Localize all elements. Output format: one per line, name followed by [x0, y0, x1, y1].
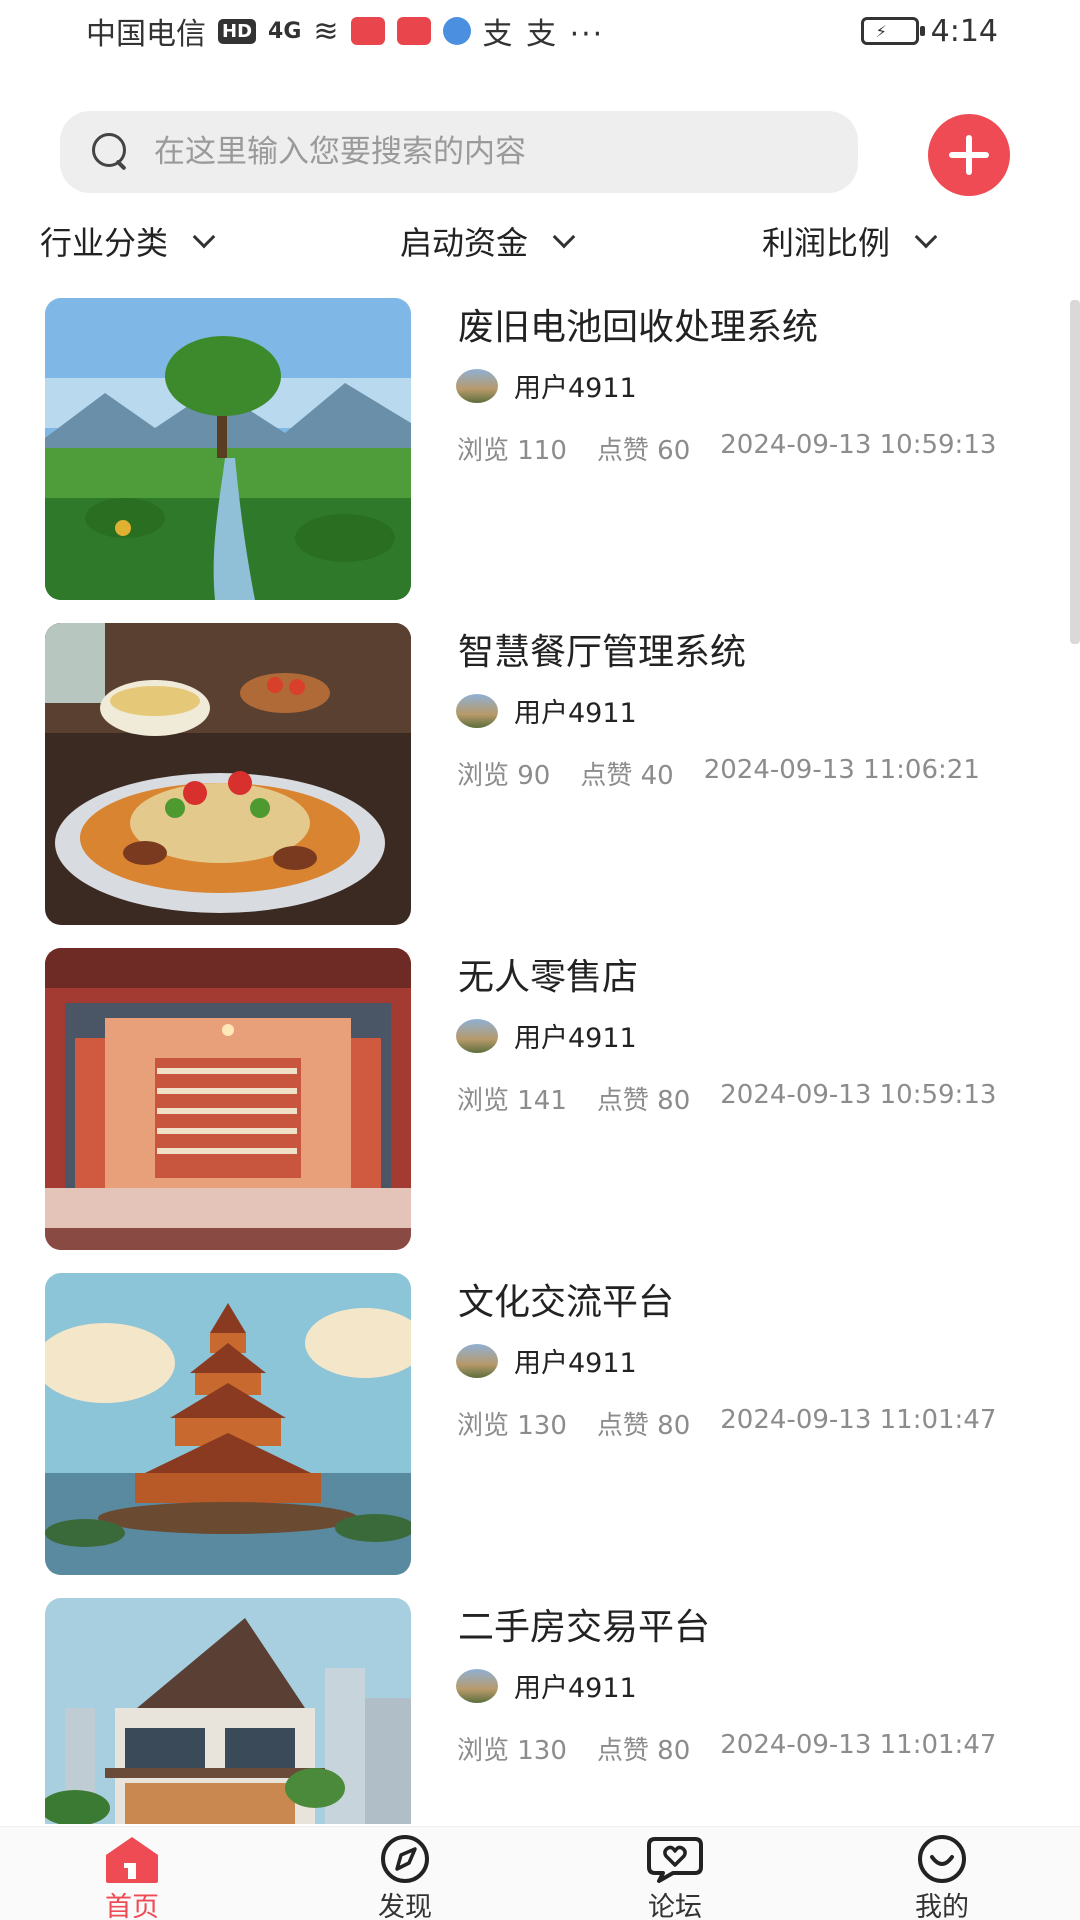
filter-profit-ratio[interactable]: 利润比例: [762, 218, 938, 264]
filter-label: 启动资金: [400, 224, 529, 262]
author[interactable]: 用户4911: [456, 691, 637, 730]
author[interactable]: 用户4911: [456, 366, 637, 405]
signal-icon: 4G: [268, 18, 302, 44]
item-title: 二手房交易平台: [458, 1607, 711, 1648]
smile-icon: [918, 1835, 966, 1883]
nav-label: 论坛: [648, 1892, 702, 1920]
timestamp: 2024-09-13 10:59:13: [720, 1080, 997, 1110]
item-stats: 浏览 130 点赞 80 2024-09-13 11:01:47: [457, 1730, 996, 1767]
like-count: 点赞 60: [596, 436, 691, 466]
author-name: 用户4911: [514, 1023, 637, 1054]
plus-icon: [949, 135, 989, 175]
avatar: [456, 1018, 498, 1053]
view-count: 浏览 130: [457, 1736, 567, 1766]
avatar: [456, 693, 498, 728]
list-item[interactable]: 废旧电池回收处理系统 用户4911 浏览 110 点赞 60 2024-09-1…: [0, 298, 1080, 600]
timestamp: 2024-09-13 11:01:47: [720, 1405, 997, 1435]
timestamp: 2024-09-13 10:59:13: [720, 430, 997, 460]
nav-label: 发现: [378, 1892, 432, 1920]
list-item[interactable]: 文化交流平台 用户4911 浏览 130 点赞 80 2024-09-13 11…: [0, 1273, 1080, 1575]
nav-mine[interactable]: 我的: [882, 1833, 1002, 1920]
nav-label: 首页: [105, 1892, 159, 1920]
compass-icon: [381, 1835, 429, 1883]
avatar: [456, 368, 498, 403]
chevron-down-icon: [914, 225, 938, 249]
item-thumbnail: [45, 1273, 411, 1575]
clock: 4:14: [930, 13, 998, 49]
app-screen: 中国电信 HD 4G ≋ 支 支 ··· ⚡ 4:14 行业分类 启动资金: [0, 0, 1080, 1920]
avatar: [456, 1343, 498, 1378]
nav-discover[interactable]: 发现: [345, 1833, 465, 1920]
list-item[interactable]: 二手房交易平台 用户4911 浏览 130 点赞 80 2024-09-13 1…: [0, 1598, 1080, 1824]
bottom-nav: 首页 发现 论坛 我的: [0, 1826, 1080, 1920]
item-thumbnail: [45, 1598, 411, 1824]
filter-industry[interactable]: 行业分类: [40, 218, 216, 264]
author-name: 用户4911: [514, 373, 637, 404]
wifi-icon: ≋: [313, 13, 339, 49]
item-title: 智慧餐厅管理系统: [458, 632, 747, 673]
list-item[interactable]: 无人零售店 用户4911 浏览 141 点赞 80 2024-09-13 10:…: [0, 948, 1080, 1250]
list-item[interactable]: 智慧餐厅管理系统 用户4911 浏览 90 点赞 40 2024-09-13 1…: [0, 623, 1080, 925]
author[interactable]: 用户4911: [456, 1666, 637, 1705]
view-count: 浏览 130: [457, 1411, 567, 1441]
like-count: 点赞 40: [580, 761, 674, 791]
nav-home[interactable]: 首页: [72, 1833, 192, 1920]
author[interactable]: 用户4911: [456, 1016, 637, 1055]
avatar: [456, 1668, 498, 1703]
like-count: 点赞 80: [596, 1411, 691, 1441]
item-thumbnail: [45, 298, 411, 600]
item-title: 废旧电池回收处理系统: [458, 307, 819, 348]
view-count: 浏览 141: [457, 1086, 567, 1116]
item-thumbnail: [45, 623, 411, 925]
filter-startup-funds[interactable]: 启动资金: [400, 218, 576, 264]
chevron-down-icon: [192, 225, 216, 249]
chevron-down-icon: [552, 225, 576, 249]
search-icon: [92, 133, 130, 171]
carrier-label: 中国电信: [86, 17, 206, 52]
item-stats: 浏览 90 点赞 40 2024-09-13 11:06:21: [457, 755, 980, 792]
nav-label: 我的: [915, 1892, 969, 1920]
author[interactable]: 用户4911: [456, 1341, 637, 1380]
hd-badge: HD: [218, 18, 257, 44]
status-right: ⚡ 4:14: [860, 13, 998, 49]
like-count: 点赞 80: [596, 1086, 691, 1116]
battery-icon: ⚡: [860, 17, 925, 45]
browser-notification-icon: [442, 17, 471, 45]
item-title: 无人零售店: [458, 957, 639, 998]
more-notifications: 支 支 ···: [482, 17, 605, 52]
search-input[interactable]: [154, 134, 844, 170]
search-bar[interactable]: [60, 111, 858, 193]
author-name: 用户4911: [514, 1673, 637, 1704]
timestamp: 2024-09-13 11:06:21: [703, 755, 980, 785]
timestamp: 2024-09-13 11:01:47: [720, 1730, 997, 1760]
filter-label: 行业分类: [40, 224, 169, 262]
status-bar: 中国电信 HD 4G ≋ 支 支 ··· ⚡ 4:14: [0, 0, 1080, 62]
view-count: 浏览 90: [457, 761, 551, 791]
item-thumbnail: [45, 948, 411, 1250]
author-name: 用户4911: [514, 698, 637, 729]
scrollbar[interactable]: [1070, 300, 1080, 644]
view-count: 浏览 110: [457, 436, 567, 466]
app-notification-icon-2: [396, 17, 431, 45]
item-stats: 浏览 141 点赞 80 2024-09-13 10:59:13: [457, 1080, 996, 1117]
add-button[interactable]: [928, 114, 1010, 196]
like-count: 点赞 80: [596, 1736, 691, 1766]
filter-bar: 行业分类 启动资金 利润比例: [0, 218, 1080, 278]
item-stats: 浏览 130 点赞 80 2024-09-13 11:01:47: [457, 1405, 996, 1442]
chat-heart-icon: [647, 1837, 703, 1883]
app-notification-icon: [350, 17, 385, 45]
item-stats: 浏览 110 点赞 60 2024-09-13 10:59:13: [457, 430, 996, 467]
item-title: 文化交流平台: [458, 1282, 675, 1323]
home-icon: [106, 1837, 158, 1883]
author-name: 用户4911: [514, 1348, 637, 1379]
nav-forum[interactable]: 论坛: [615, 1833, 735, 1920]
filter-label: 利润比例: [762, 224, 891, 262]
status-left: 中国电信 HD 4G ≋ 支 支 ···: [86, 9, 604, 53]
